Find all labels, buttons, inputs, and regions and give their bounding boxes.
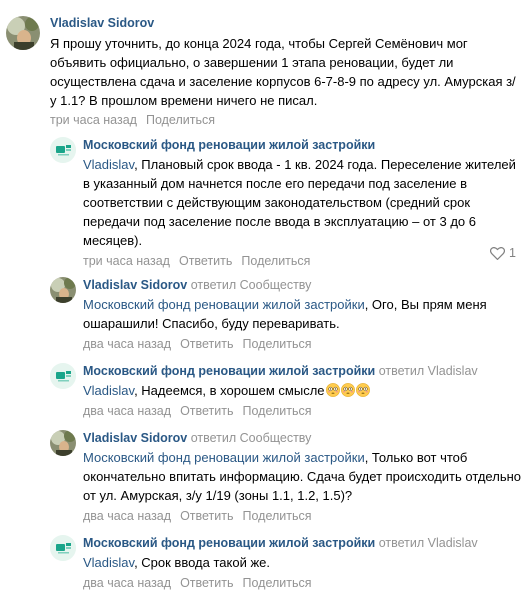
replied-to-link[interactable]: Vladislav	[428, 364, 478, 378]
fund-logo-icon	[50, 535, 76, 561]
comment-author-line: Vladislav Sidorov ответил Сообществу	[83, 277, 523, 293]
reply-button[interactable]: Ответить	[180, 404, 233, 418]
mention-link[interactable]: Vladislav	[83, 555, 134, 570]
comment-text: Vladislav, Надеемся, в хорошем смысле	[83, 381, 523, 400]
replied-label: ответил	[378, 364, 425, 378]
comment-author[interactable]: Vladislav Sidorov	[83, 431, 187, 445]
replied-to-link[interactable]: Сообществу	[240, 278, 312, 292]
comment-meta: три часа назад Поделиться	[50, 112, 520, 128]
share-button[interactable]: Поделиться	[243, 404, 312, 418]
comment-time[interactable]: два часа назад	[83, 576, 171, 590]
comment-meta: три часа назад Ответить Поделиться	[83, 253, 523, 269]
comment-time[interactable]: два часа назад	[83, 404, 171, 418]
comment-author-line: Московский фонд реновации жилой застройк…	[83, 535, 523, 551]
user-photo-icon	[6, 16, 40, 50]
fund-logo-icon	[50, 137, 76, 163]
comment-text: Я прошу уточнить, до конца 2024 года, чт…	[50, 36, 516, 108]
replied-label: ответил	[190, 431, 237, 445]
like-button[interactable]: 1	[490, 246, 516, 260]
comment-author[interactable]: Vladislav Sidorov	[50, 15, 520, 31]
avatar[interactable]	[50, 277, 76, 303]
replied-to-link[interactable]: Vladislav	[428, 536, 478, 550]
comment-time[interactable]: три часа назад	[50, 113, 137, 127]
comment-author-line: Московский фонд реновации жилой застройк…	[83, 363, 523, 379]
comment-text-body: , Плановый срок ввода - 1 кв. 2024 года.…	[83, 157, 516, 248]
flushed-face-icon	[325, 383, 340, 397]
avatar[interactable]	[50, 363, 76, 389]
comment-meta: два часа назад Ответить Поделиться	[83, 575, 523, 591]
comment-text-body: , Надеемся, в хорошем смысле	[134, 383, 325, 398]
comment-time[interactable]: два часа назад	[83, 337, 171, 351]
reply-button[interactable]: Ответить	[179, 254, 232, 268]
comment-text-body: , Срок ввода такой же.	[134, 555, 270, 570]
mention-link[interactable]: Vladislav	[83, 157, 134, 172]
comment-author[interactable]: Московский фонд реновации жилой застройк…	[83, 536, 375, 550]
comment-author[interactable]: Vladislav Sidorov	[83, 278, 187, 292]
comment-meta: два часа назад Ответить Поделиться	[83, 403, 523, 419]
comment-text: Vladislav, Плановый срок ввода - 1 кв. 2…	[83, 155, 523, 250]
share-button[interactable]: Поделиться	[146, 113, 215, 127]
user-photo-icon	[50, 277, 76, 303]
share-button[interactable]: Поделиться	[241, 254, 310, 268]
flushed-face-icon	[340, 383, 355, 397]
reply-button[interactable]: Ответить	[180, 337, 233, 351]
comment-meta: два часа назад Ответить Поделиться	[83, 508, 523, 524]
mention-link[interactable]: Московский фонд реновации жилой застройк…	[83, 297, 365, 312]
reply-button[interactable]: Ответить	[180, 509, 233, 523]
share-button[interactable]: Поделиться	[243, 337, 312, 351]
replied-to-link[interactable]: Сообществу	[240, 431, 312, 445]
comment-text: Московский фонд реновации жилой застройк…	[83, 295, 523, 333]
like-count: 1	[509, 246, 516, 260]
share-button[interactable]: Поделиться	[243, 509, 312, 523]
comment-time[interactable]: три часа назад	[83, 254, 170, 268]
reply-button[interactable]: Ответить	[180, 576, 233, 590]
fund-logo-icon	[50, 363, 76, 389]
mention-link[interactable]: Московский фонд реновации жилой застройк…	[83, 450, 365, 465]
comment-author[interactable]: Московский фонд реновации жилой застройк…	[83, 137, 523, 153]
comment-text: Московский фонд реновации жилой застройк…	[83, 448, 523, 505]
avatar[interactable]	[6, 16, 40, 50]
comment-text: Vladislav, Срок ввода такой же.	[83, 553, 523, 572]
avatar[interactable]	[50, 137, 76, 163]
share-button[interactable]: Поделиться	[243, 576, 312, 590]
user-photo-icon	[50, 430, 76, 456]
comment-meta: два часа назад Ответить Поделиться	[83, 336, 523, 352]
replied-label: ответил	[190, 278, 237, 292]
comment-time[interactable]: два часа назад	[83, 509, 171, 523]
comment-author-line: Vladislav Sidorov ответил Сообществу	[83, 430, 523, 446]
replied-label: ответил	[378, 536, 425, 550]
flushed-face-icon	[355, 383, 370, 397]
avatar[interactable]	[50, 430, 76, 456]
heart-icon	[490, 246, 506, 260]
mention-link[interactable]: Vladislav	[83, 383, 134, 398]
avatar[interactable]	[50, 535, 76, 561]
comment-author[interactable]: Московский фонд реновации жилой застройк…	[83, 364, 375, 378]
